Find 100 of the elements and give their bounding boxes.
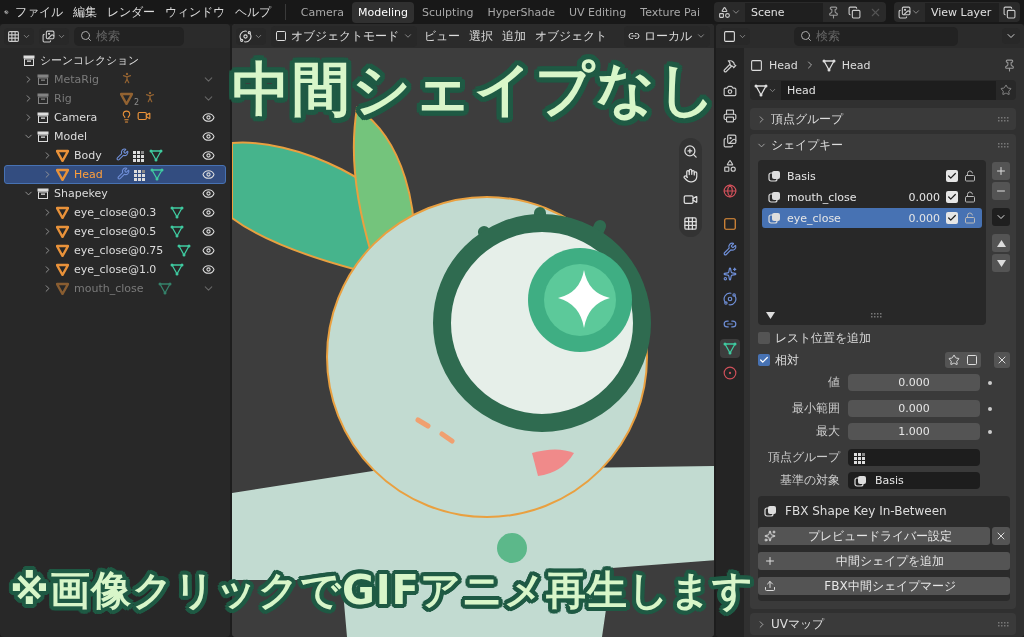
workspace-tab[interactable]: Sculpting — [416, 1, 480, 23]
checkbox[interactable] — [946, 191, 958, 203]
field-label: 最小範囲 — [791, 400, 840, 417]
number-field[interactable]: 0.000 — [848, 374, 980, 391]
outliner-row[interactable]: Camera — [4, 108, 226, 127]
checkbox[interactable] — [946, 170, 958, 182]
clear-button[interactable] — [994, 352, 1010, 368]
mesh-data-icon — [821, 58, 836, 72]
action-button[interactable]: 中間シェイプを追加 — [758, 552, 1010, 570]
outliner-row[interactable]: mouth_close — [4, 279, 226, 298]
outliner-row[interactable]: MetaRig — [4, 70, 226, 89]
outliner-row[interactable]: Model — [4, 127, 226, 146]
mesh-name-field[interactable]: Head — [750, 80, 1016, 100]
viewport-menu[interactable]: オブジェクト — [533, 27, 609, 45]
properties-tab[interactable] — [720, 339, 740, 358]
menu-item[interactable]: ヘルプ — [230, 3, 275, 21]
workspace-tab[interactable]: Modeling — [352, 1, 415, 23]
plus-icon — [764, 555, 776, 567]
keyframe-dot[interactable] — [988, 429, 992, 434]
outliner-row[interactable]: eye_close@0.5 — [4, 222, 226, 241]
move-up-icon — [996, 239, 1006, 247]
shapes-icon — [718, 5, 731, 19]
eye-icon — [202, 187, 215, 200]
mesh-data-icon — [148, 149, 163, 162]
action-button[interactable]: プレビュードライバー設定 — [758, 527, 990, 545]
vertex-groups-icon — [133, 168, 146, 181]
outliner-row[interactable]: Shapekey — [4, 184, 226, 203]
outliner-row[interactable]: eye_close@0.3 — [4, 203, 226, 222]
eye-icon — [202, 263, 215, 276]
outliner-item-name: eye_close@0.5 — [74, 225, 157, 238]
outliner-row[interactable]: Rig 2 — [4, 89, 226, 108]
pivot-dropdown[interactable]: ローカル — [624, 25, 710, 47]
outliner-row[interactable]: Head — [4, 165, 226, 184]
checkbox[interactable] — [758, 332, 770, 344]
shape-key-name: eye_close — [787, 211, 842, 225]
remove-button[interactable] — [992, 182, 1010, 200]
eye-icon — [202, 130, 215, 143]
viewport-menu[interactable]: ビュー — [422, 27, 462, 45]
view-layer-selector[interactable]: View Layer — [894, 2, 1020, 22]
outliner-item-name: Shapekey — [54, 187, 109, 200]
keyframe-dot[interactable] — [988, 380, 992, 385]
action-button[interactable]: FBX中間シェイプマージ — [758, 577, 1010, 595]
lock-icon — [964, 191, 976, 203]
number-field[interactable]: 1.000 — [848, 423, 980, 440]
viewport-menu[interactable]: 追加 — [500, 27, 528, 45]
shape-key-row[interactable]: eye_close 0.000 — [762, 208, 982, 228]
plus-icon — [995, 165, 1007, 177]
search-field[interactable]: 検索 — [794, 26, 958, 46]
vertex-group-field[interactable] — [848, 449, 980, 466]
eye-icon — [202, 149, 215, 162]
menu-item[interactable]: 編集 — [68, 3, 101, 21]
close-icon — [995, 530, 1007, 542]
link-icon — [723, 317, 737, 331]
workspace-tab[interactable]: UV Editing — [562, 1, 633, 23]
menu-button[interactable] — [992, 208, 1010, 226]
menu-item[interactable]: レンダー — [102, 3, 159, 21]
images-icon — [898, 5, 911, 19]
collection-icon — [37, 112, 49, 123]
add-button[interactable] — [992, 162, 1010, 180]
view-layer-name: View Layer — [925, 2, 999, 22]
star-icon — [948, 354, 960, 366]
keyframe-dot[interactable] — [988, 406, 992, 411]
workspace-tab[interactable]: Texture Pai — [634, 1, 706, 23]
outliner-row[interactable]: Body — [4, 146, 226, 165]
search-icon — [800, 29, 812, 42]
workspace-tab[interactable]: HyperShade — [481, 1, 561, 23]
workspace-tab[interactable]: Camera — [294, 1, 350, 23]
checkbox[interactable] — [758, 354, 770, 366]
move-up-button[interactable] — [992, 234, 1010, 252]
move-down-button[interactable] — [992, 254, 1010, 272]
drag-handle-icon — [998, 142, 1010, 148]
collection-icon — [23, 55, 35, 66]
outliner-row[interactable]: シーンコレクション — [4, 51, 226, 70]
menu-item[interactable]: ファイル — [10, 3, 67, 21]
scene-selector[interactable]: Scene — [714, 2, 886, 22]
pin-icon — [827, 5, 840, 19]
shape-key-row[interactable]: Basis — [762, 166, 982, 186]
number-field[interactable]: 0.000 — [848, 400, 980, 417]
mesh-icon — [56, 206, 69, 219]
shape-key-field[interactable]: Basis — [848, 472, 980, 489]
outliner-row[interactable]: eye_close@0.75 — [4, 241, 226, 260]
checkbox[interactable] — [946, 212, 958, 224]
eye-icon — [202, 244, 215, 257]
search-field[interactable]: 検索 — [74, 26, 184, 46]
viewport-menu[interactable]: 選択 — [467, 27, 495, 45]
move-down-icon — [766, 312, 775, 319]
printer-icon — [723, 109, 737, 123]
images-icon — [42, 29, 55, 43]
mode-dropdown[interactable]: オブジェクトモード — [271, 25, 417, 47]
clear-button[interactable] — [992, 527, 1010, 545]
menu-item[interactable]: ウィンドウ — [160, 3, 229, 21]
mesh-icon — [56, 263, 69, 276]
mesh-icon — [120, 92, 133, 105]
outliner-row[interactable]: eye_close@1.0 — [4, 260, 226, 279]
material-icon — [723, 366, 737, 380]
sparkles-icon — [723, 267, 737, 281]
overlay-title: 中間シェイプなし — [232, 58, 718, 122]
subpanel-title: FBX Shape Key In-Between — [785, 504, 947, 518]
shape-key-row[interactable]: mouth_close 0.000 — [762, 187, 982, 207]
shape-key-icon — [764, 505, 777, 517]
